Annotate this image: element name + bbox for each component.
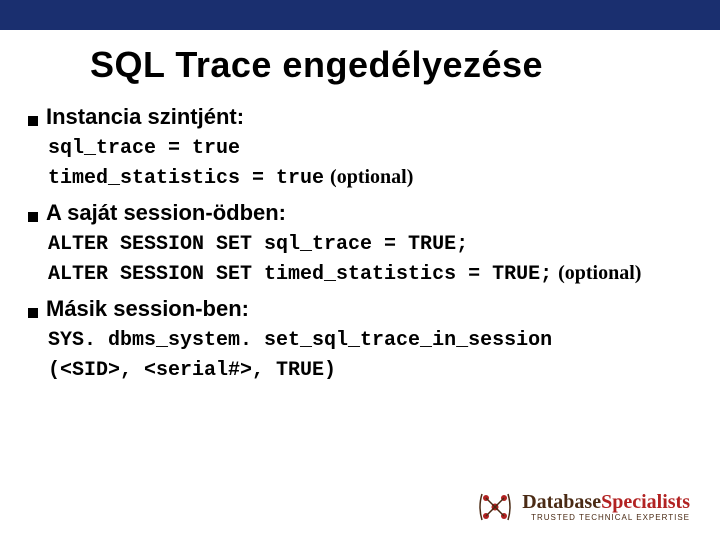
code-text: ALTER SESSION SET timed_statistics = TRU… (48, 263, 552, 286)
logo-word-2: Specialists (601, 491, 690, 513)
code-text: sql_trace = true (48, 137, 240, 160)
logo-subtitle: TRUSTED TECHNICAL EXPERTISE (522, 514, 690, 522)
page-title: SQL Trace engedélyezése (90, 44, 720, 86)
bullet-icon (28, 212, 38, 222)
logo: DatabaseSpecialists TRUSTED TECHNICAL EX… (476, 488, 690, 526)
optional-tag: (optional) (558, 262, 641, 284)
logo-word-1: Database (522, 491, 601, 513)
code-text: timed_statistics = true (48, 167, 324, 190)
bullet-icon (28, 308, 38, 318)
code-line: timed_statistics = true (optional) (48, 166, 700, 190)
section-label: Másik session-ben: (46, 296, 249, 322)
header-bar (0, 0, 720, 30)
code-line: ALTER SESSION SET sql_trace = TRUE; (48, 232, 700, 256)
section-heading: Instancia szintjént: (28, 104, 700, 130)
logo-text: DatabaseSpecialists TRUSTED TECHNICAL EX… (522, 492, 690, 522)
code-line: sql_trace = true (48, 136, 700, 160)
code-line: ALTER SESSION SET timed_statistics = TRU… (48, 262, 700, 286)
optional-tag: (optional) (330, 166, 413, 188)
code-text: ALTER SESSION SET sql_trace = TRUE; (48, 233, 468, 256)
section-label: Instancia szintjént: (46, 104, 244, 130)
section-heading: A saját session-ödben: (28, 200, 700, 226)
code-text: (<SID>, <serial#>, TRUE) (48, 359, 336, 382)
logo-mark-icon (476, 488, 514, 526)
code-text: SYS. dbms_system. set_sql_trace_in_sessi… (48, 329, 552, 352)
code-line: (<SID>, <serial#>, TRUE) (48, 358, 700, 382)
bullet-icon (28, 116, 38, 126)
section-heading: Másik session-ben: (28, 296, 700, 322)
code-line: SYS. dbms_system. set_sql_trace_in_sessi… (48, 328, 700, 352)
content-area: Instancia szintjént: sql_trace = true ti… (28, 104, 700, 382)
section-label: A saját session-ödben: (46, 200, 286, 226)
